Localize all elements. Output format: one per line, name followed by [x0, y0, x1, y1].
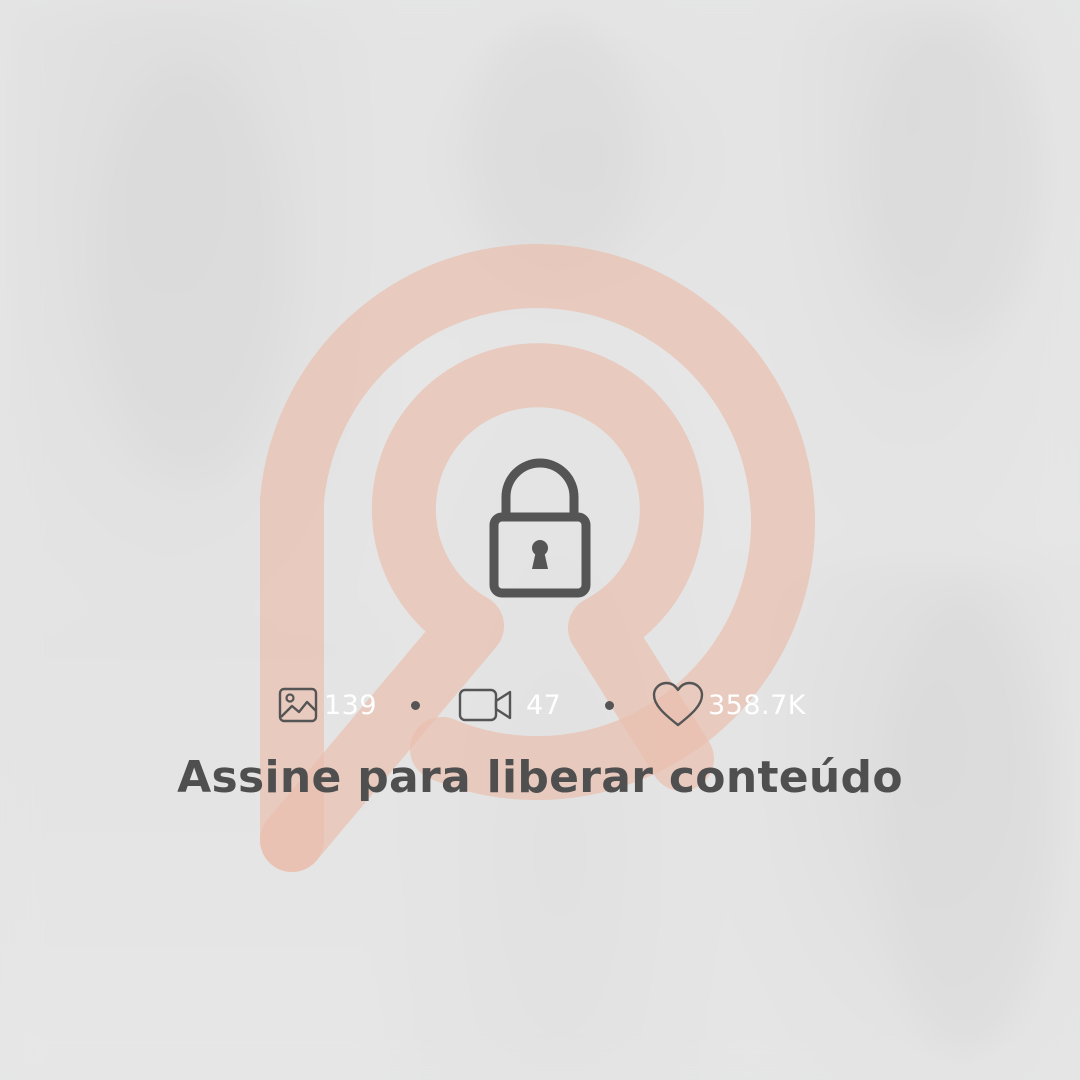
content-stats: 139 47 358.7K: [0, 680, 1080, 730]
separator-dot: [605, 701, 614, 710]
videos-count: 47: [526, 689, 562, 721]
photos-stat: 139: [278, 680, 377, 730]
locked-content-card[interactable]: 139 47 358.7K Assine para liberar conteú…: [0, 0, 1080, 1080]
separator-dot: [411, 701, 420, 710]
image-icon: [278, 687, 318, 723]
likes-count: 358.7K: [708, 689, 807, 721]
heart-icon: [652, 681, 704, 727]
video-camera-icon: [458, 688, 512, 722]
likes-stat: 358.7K: [652, 680, 806, 730]
photos-count: 139: [324, 689, 378, 721]
paywall-overlay: 139 47 358.7K Assine para liberar conteú…: [0, 0, 1080, 1080]
lock-icon: [489, 458, 591, 598]
videos-stat: 47: [458, 680, 561, 730]
subscribe-to-unlock-text[interactable]: Assine para liberar conteúdo: [0, 752, 1080, 803]
